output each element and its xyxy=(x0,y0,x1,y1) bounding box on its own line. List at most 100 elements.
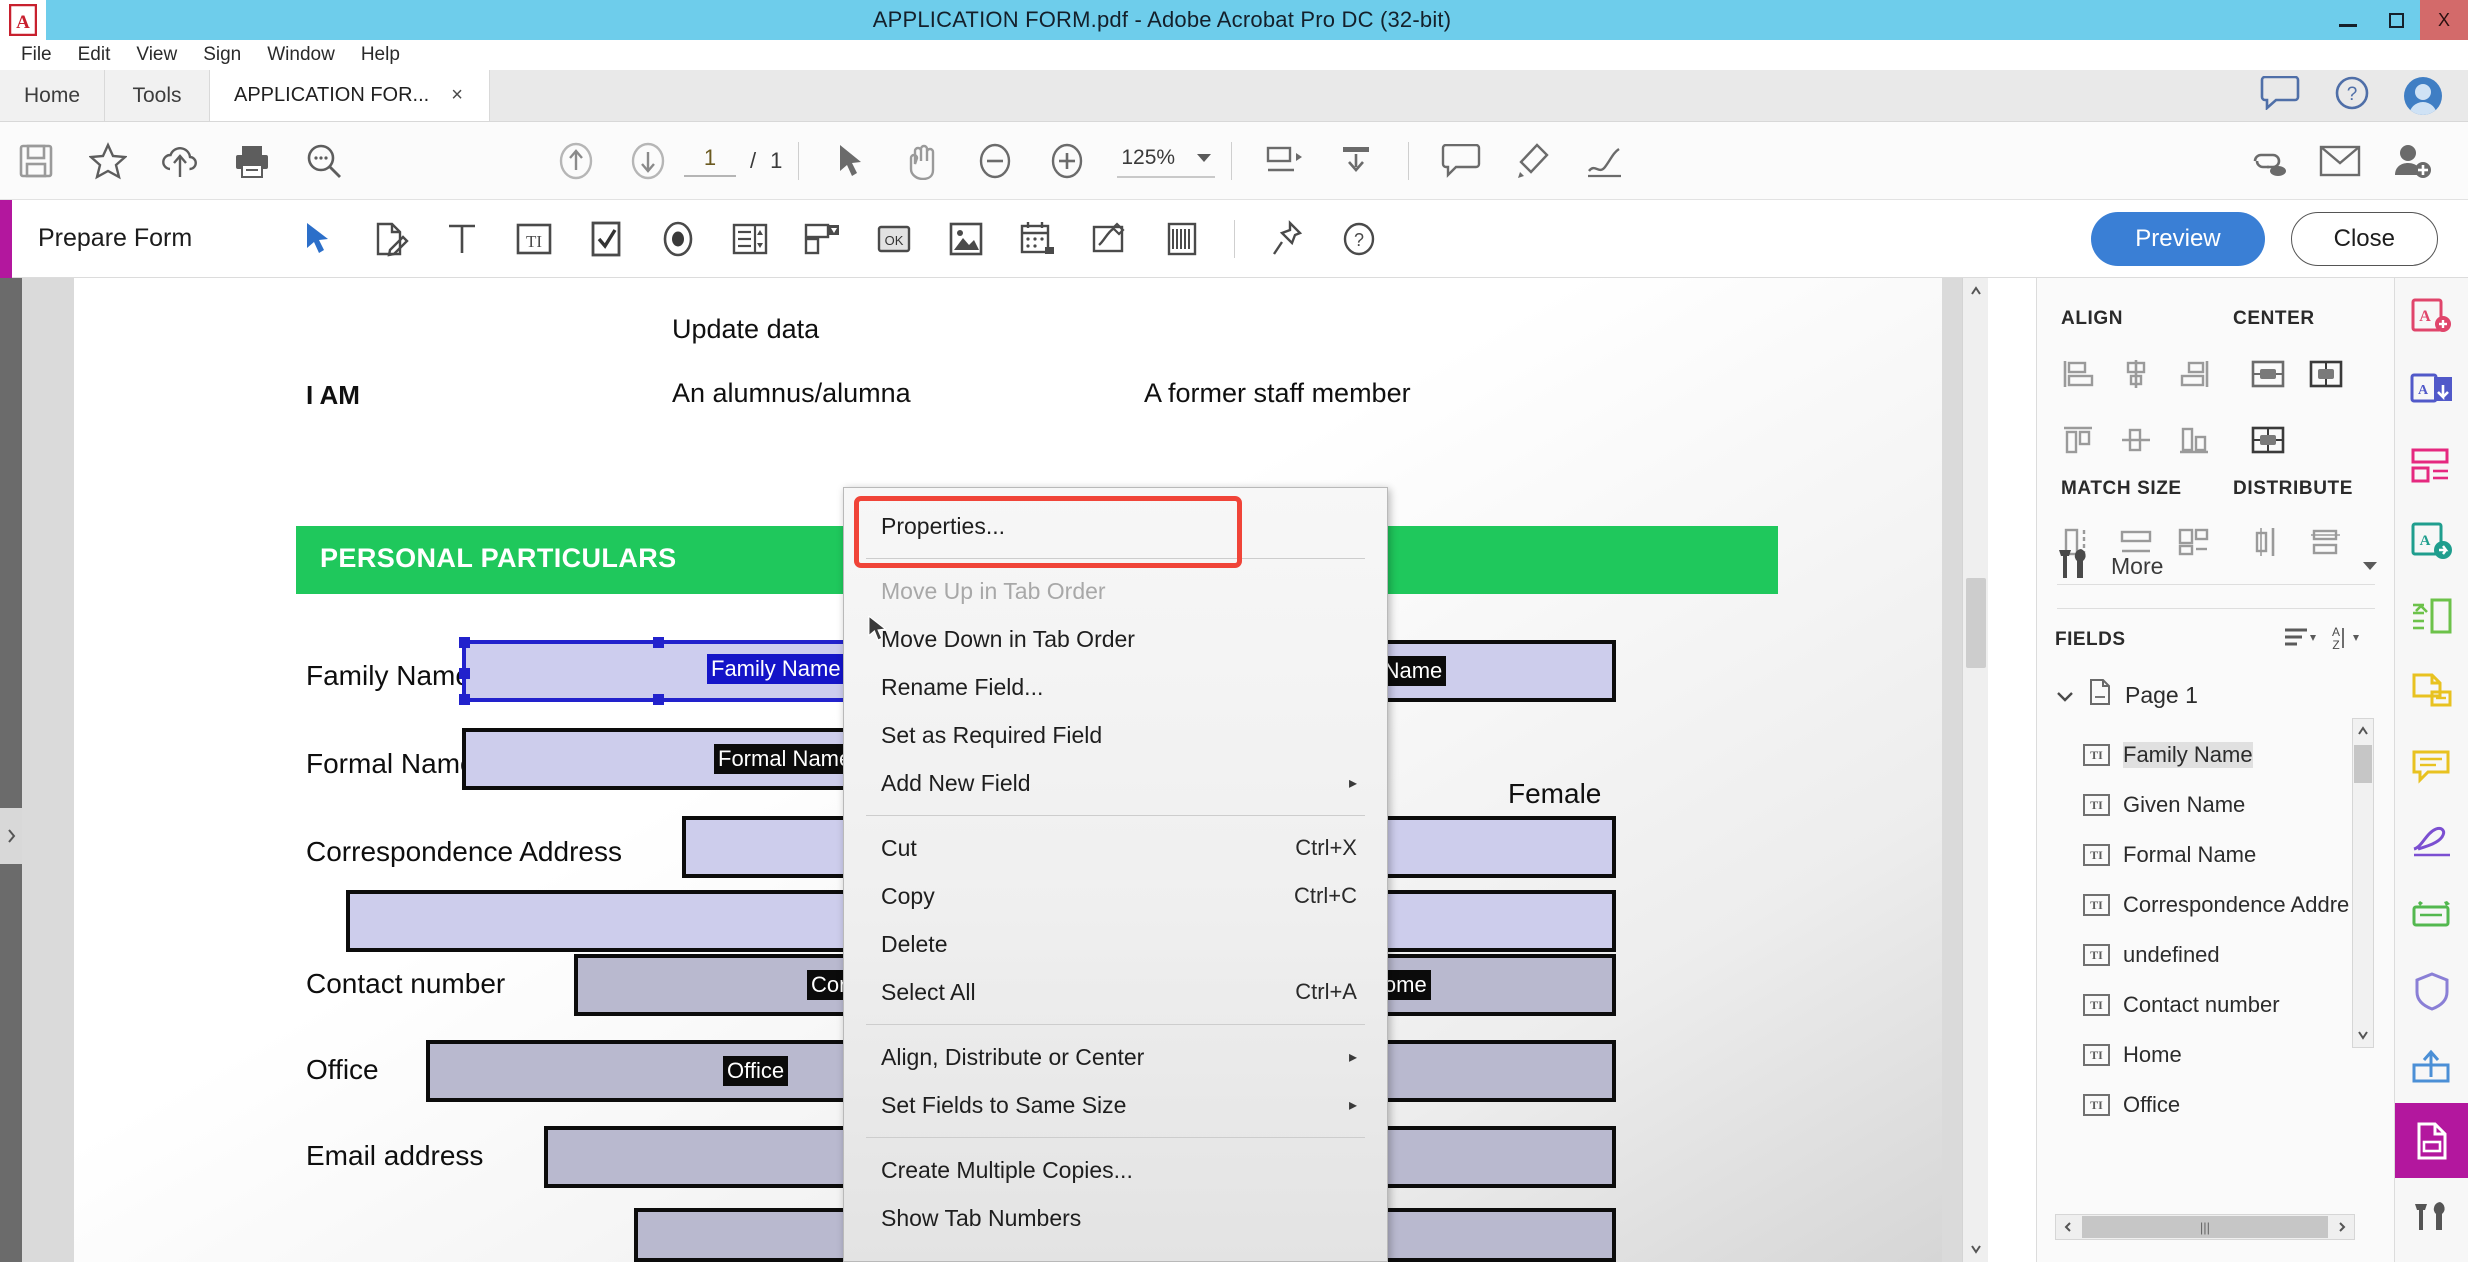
scroll-down-button[interactable] xyxy=(2353,1023,2373,1047)
resize-handle-ml[interactable] xyxy=(459,668,470,679)
button-ok-icon[interactable]: OK xyxy=(858,200,930,278)
menu-item-cut[interactable]: Cut Ctrl+X xyxy=(844,824,1387,872)
comment-icon[interactable] xyxy=(2260,75,2300,115)
field-list-item-correspondence-address[interactable]: TI Correspondence Addre xyxy=(2083,880,2349,930)
menu-item-show-tab-numbers[interactable]: Show Tab Numbers xyxy=(844,1194,1387,1242)
menu-sign[interactable]: Sign xyxy=(190,42,254,68)
organize-pages-icon[interactable] xyxy=(2395,428,2468,503)
comment-icon[interactable] xyxy=(1425,122,1497,200)
align-right-icon[interactable] xyxy=(2165,346,2223,402)
align-left-icon[interactable] xyxy=(2049,346,2107,402)
scroll-up-button[interactable] xyxy=(1963,278,1988,304)
resize-handle-bl[interactable] xyxy=(459,694,470,705)
center-vertically-icon[interactable] xyxy=(2297,346,2355,402)
field-list-item-undefined[interactable]: TI undefined xyxy=(2083,930,2349,980)
fields-tree-page-node[interactable]: Page 1 xyxy=(2055,678,2198,712)
comment-icon[interactable] xyxy=(2395,728,2468,803)
highlight-icon[interactable] xyxy=(1497,122,1569,200)
checkbox-icon[interactable] xyxy=(570,200,642,278)
menu-item-align-distribute-center[interactable]: Align, Distribute or Center ▸ xyxy=(844,1033,1387,1081)
field-list-item-home[interactable]: TI Home xyxy=(2083,1030,2349,1080)
scrollbar-thumb[interactable] xyxy=(2354,745,2372,783)
align-center-horizontal-icon[interactable] xyxy=(2107,346,2165,402)
close-window-button[interactable]: X xyxy=(2420,0,2468,40)
menu-file[interactable]: File xyxy=(8,42,65,68)
help-icon[interactable]: ? xyxy=(2334,75,2370,116)
document-scrollbar[interactable] xyxy=(1962,278,1988,1262)
sort-order-icon[interactable] xyxy=(2283,625,2317,656)
form-fields-list[interactable]: TI Family Name TI Given Name TI Formal N… xyxy=(2083,730,2349,1130)
resize-handle-tc[interactable] xyxy=(653,637,664,648)
zoom-out-icon[interactable] xyxy=(959,122,1031,200)
search-icon[interactable] xyxy=(288,122,360,200)
page-number-input[interactable]: 1 xyxy=(684,145,736,177)
scrollbar-thumb[interactable]: ||| xyxy=(2082,1216,2328,1238)
image-field-icon[interactable] xyxy=(930,200,1002,278)
add-user-icon[interactable] xyxy=(2376,122,2448,200)
barcode-icon[interactable] xyxy=(1146,200,1218,278)
signature-field-icon[interactable] xyxy=(1074,200,1146,278)
field-list-item-formal-name[interactable]: TI Formal Name xyxy=(2083,830,2349,880)
zoom-in-icon[interactable] xyxy=(1031,122,1103,200)
compare-files-icon[interactable] xyxy=(2395,578,2468,653)
scrollbar-thumb[interactable] xyxy=(1966,578,1986,668)
select-arrow-icon[interactable] xyxy=(815,122,887,200)
preview-button[interactable]: Preview xyxy=(2091,211,2265,266)
align-top-icon[interactable] xyxy=(2049,412,2107,468)
field-list-item-family-name[interactable]: TI Family Name xyxy=(2083,730,2349,780)
send-for-review-icon[interactable]: A xyxy=(2395,503,2468,578)
align-bottom-icon[interactable] xyxy=(2165,412,2223,468)
date-field-icon[interactable] xyxy=(1002,200,1074,278)
create-pdf-icon[interactable]: A xyxy=(2395,278,2468,353)
list-box-icon[interactable] xyxy=(714,200,786,278)
field-list-item-contact-number[interactable]: TI Contact number xyxy=(2083,980,2349,1030)
sort-alpha-icon[interactable]: AZ xyxy=(2327,624,2361,657)
resize-handle-bc[interactable] xyxy=(653,694,664,705)
avatar[interactable] xyxy=(2404,76,2442,115)
maximize-button[interactable] xyxy=(2372,0,2420,40)
align-middle-vertical-icon[interactable] xyxy=(2107,412,2165,468)
fill-sign-icon[interactable] xyxy=(2395,803,2468,878)
scroll-mode-icon[interactable] xyxy=(1320,122,1392,200)
text-field-icon[interactable]: TI xyxy=(498,200,570,278)
dropdown-icon[interactable] xyxy=(786,200,858,278)
select-arrow-icon[interactable] xyxy=(282,200,354,278)
menu-item-create-multiple-copies[interactable]: Create Multiple Copies... xyxy=(844,1146,1387,1194)
save-icon[interactable] xyxy=(0,122,72,200)
print-icon[interactable] xyxy=(216,122,288,200)
zoom-level-select[interactable]: 125% xyxy=(1117,144,1216,178)
resize-handle-tl[interactable] xyxy=(459,637,470,648)
center-both-icon[interactable] xyxy=(2239,412,2297,468)
menu-item-select-all[interactable]: Select All Ctrl+A xyxy=(844,968,1387,1016)
scroll-right-button[interactable] xyxy=(2330,1215,2354,1239)
field-list-item-office[interactable]: TI Office xyxy=(2083,1080,2349,1130)
more-tools-row[interactable]: More xyxy=(2055,540,2377,592)
next-page-button[interactable] xyxy=(612,122,684,200)
scroll-left-button[interactable] xyxy=(2056,1215,2080,1239)
field-list-item-given-name[interactable]: TI Given Name xyxy=(2083,780,2349,830)
radio-button-icon[interactable] xyxy=(642,200,714,278)
menu-item-move-down-tab-order[interactable]: Move Down in Tab Order xyxy=(844,615,1387,663)
minimize-button[interactable] xyxy=(2324,0,2372,40)
help-icon[interactable]: ? xyxy=(1323,200,1395,278)
star-icon[interactable] xyxy=(72,122,144,200)
menu-help[interactable]: Help xyxy=(348,42,413,68)
document-tab[interactable]: APPLICATION FOR... × xyxy=(210,70,490,121)
protect-icon[interactable] xyxy=(2395,953,2468,1028)
menu-item-rename-field[interactable]: Rename Field... xyxy=(844,663,1387,711)
menu-view[interactable]: View xyxy=(123,42,190,68)
menu-edit[interactable]: Edit xyxy=(65,42,124,68)
cloud-upload-icon[interactable] xyxy=(144,122,216,200)
menu-item-copy[interactable]: Copy Ctrl+C xyxy=(844,872,1387,920)
freehand-icon[interactable] xyxy=(1569,122,1641,200)
text-tool-icon[interactable] xyxy=(426,200,498,278)
chevron-down-icon[interactable] xyxy=(1197,153,1212,162)
pin-icon[interactable] xyxy=(1251,200,1323,278)
menu-item-set-as-required-field[interactable]: Set as Required Field xyxy=(844,711,1387,759)
field-context-menu[interactable]: Properties... Move Up in Tab Order Move … xyxy=(843,487,1388,1262)
chevron-down-icon[interactable] xyxy=(2363,562,2377,570)
menu-item-delete[interactable]: Delete xyxy=(844,920,1387,968)
enhance-scans-icon[interactable] xyxy=(2395,878,2468,953)
close-icon[interactable]: × xyxy=(451,84,463,107)
nav-tools[interactable]: Tools xyxy=(105,70,210,121)
